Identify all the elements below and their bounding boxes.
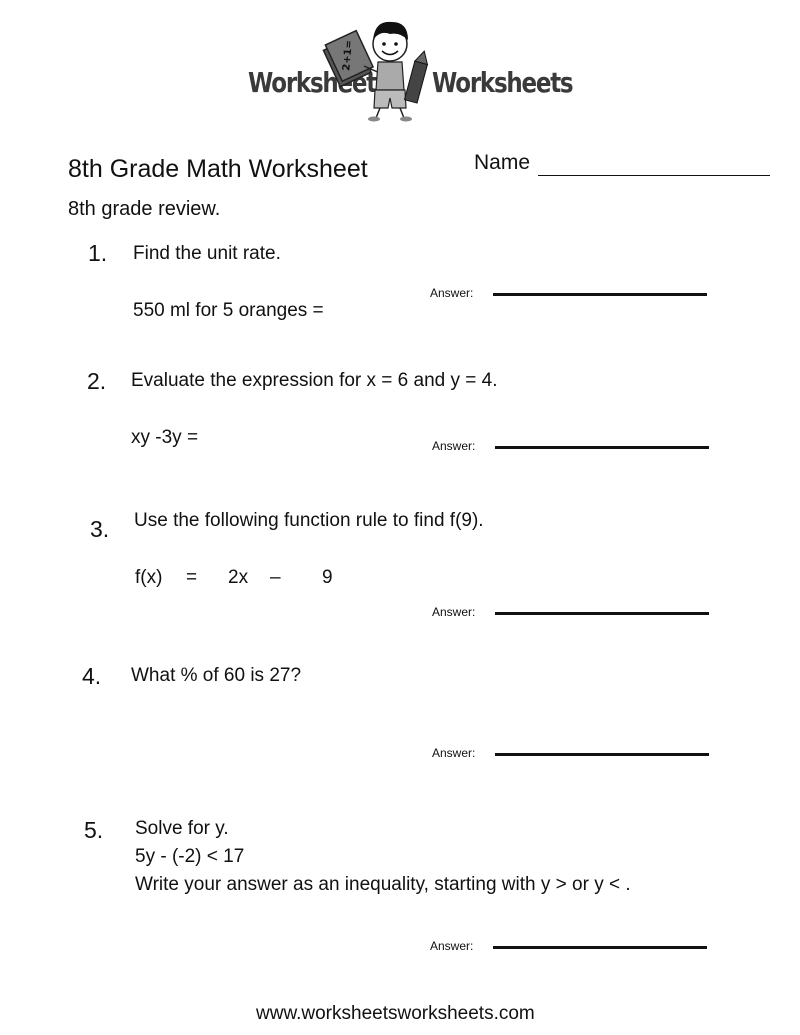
name-field[interactable] [538,175,770,176]
question-number: 5. [84,817,104,843]
answer-label: Answer: [432,439,476,453]
question-prompt: Evaluate the expression for x = 6 and y … [131,370,498,391]
worksheet-title: 8th Grade Math Worksheet [68,155,368,183]
answer-line[interactable] [495,446,709,449]
question-instruction: Write your answer as an inequality, star… [135,874,631,895]
question-prompt: What % of 60 is 27? [131,665,302,686]
question-number: 1. [88,240,108,266]
worksheet-subtitle: 8th grade review. [68,198,221,220]
answer-line[interactable] [493,946,707,949]
question-prompt: Find the unit rate. [133,243,281,264]
function-lhs: f(x) [135,567,163,588]
question-number: 3. [90,516,110,542]
answer-line[interactable] [493,293,707,296]
answer-label: Answer: [432,746,476,760]
question-prompt: Solve for y. [135,818,229,839]
function-equals: = [186,567,198,588]
logo-word-right: Worksheets [432,66,574,99]
function-operator: – [270,567,281,588]
question-expression: 550 ml for 5 oranges = [133,300,324,321]
name-label: Name [474,151,531,174]
function-constant: 9 [322,567,333,588]
answer-label: Answer: [430,286,474,300]
boy-with-book-and-pencil-icon: 2+1= [322,21,429,122]
question-prompt: Use the following function rule to find … [134,510,484,531]
function-term: 2x [228,567,249,588]
footer-url[interactable]: www.worksheetsworksheets.com [256,1003,535,1025]
question-number: 2. [87,368,107,394]
answer-label: Answer: [432,605,476,619]
question-inequality: 5y - (-2) < 17 [135,846,245,867]
answer-line[interactable] [495,612,709,615]
question-expression: xy -3y = [131,427,199,448]
answer-label: Answer: [430,939,474,953]
question-number: 4. [82,663,102,689]
answer-line[interactable] [495,753,709,756]
